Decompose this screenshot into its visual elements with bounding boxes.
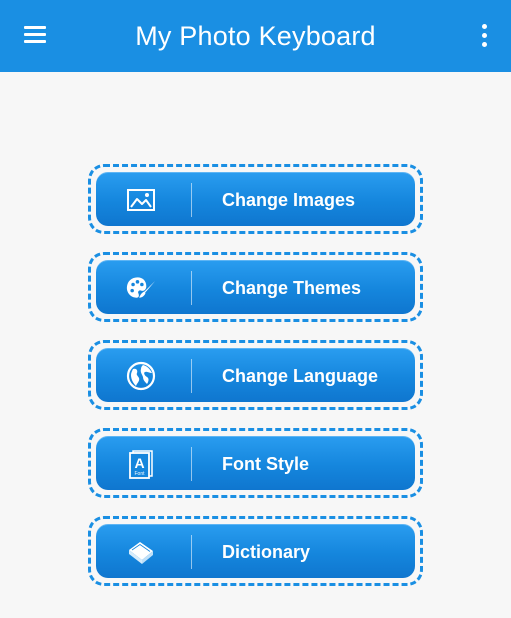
app-bar: My Photo Keyboard: [0, 0, 511, 72]
palette-icon: [126, 273, 156, 303]
dictionary-button[interactable]: Dictionary: [96, 524, 415, 578]
menu-button-list: Change Images Change Themes Change Langu…: [88, 164, 423, 604]
font-icon-caption: Font: [134, 471, 145, 477]
button-separator: [191, 183, 192, 217]
change-images-button[interactable]: Change Images: [96, 172, 415, 226]
font-icon-letter: A: [134, 455, 144, 471]
image-icon: [126, 185, 156, 215]
font-icon: A Font: [126, 449, 156, 479]
dictionary-button-frame: Dictionary: [88, 516, 423, 586]
change-language-button-frame: Change Language: [88, 340, 423, 410]
hamburger-menu-icon[interactable]: [24, 24, 48, 46]
dictionary-label: Dictionary: [222, 541, 311, 562]
globe-icon: [126, 361, 156, 391]
change-images-button-frame: Change Images: [88, 164, 423, 234]
font-style-button[interactable]: A Font Font Style: [96, 436, 415, 490]
change-language-label: Change Language: [222, 365, 379, 386]
change-themes-button[interactable]: Change Themes: [96, 260, 415, 314]
button-separator: [191, 359, 192, 393]
change-language-button[interactable]: Change Language: [96, 348, 415, 402]
book-icon: [126, 537, 156, 567]
button-separator: [191, 535, 192, 569]
button-separator: [191, 447, 192, 481]
font-style-label: Font Style: [222, 453, 310, 474]
app-title: My Photo Keyboard: [135, 20, 376, 51]
font-style-button-frame: A Font Font Style: [88, 428, 423, 498]
more-options-icon[interactable]: [479, 22, 489, 50]
change-themes-button-frame: Change Themes: [88, 252, 423, 322]
change-themes-label: Change Themes: [222, 277, 362, 298]
change-images-label: Change Images: [222, 189, 356, 210]
button-separator: [191, 271, 192, 305]
